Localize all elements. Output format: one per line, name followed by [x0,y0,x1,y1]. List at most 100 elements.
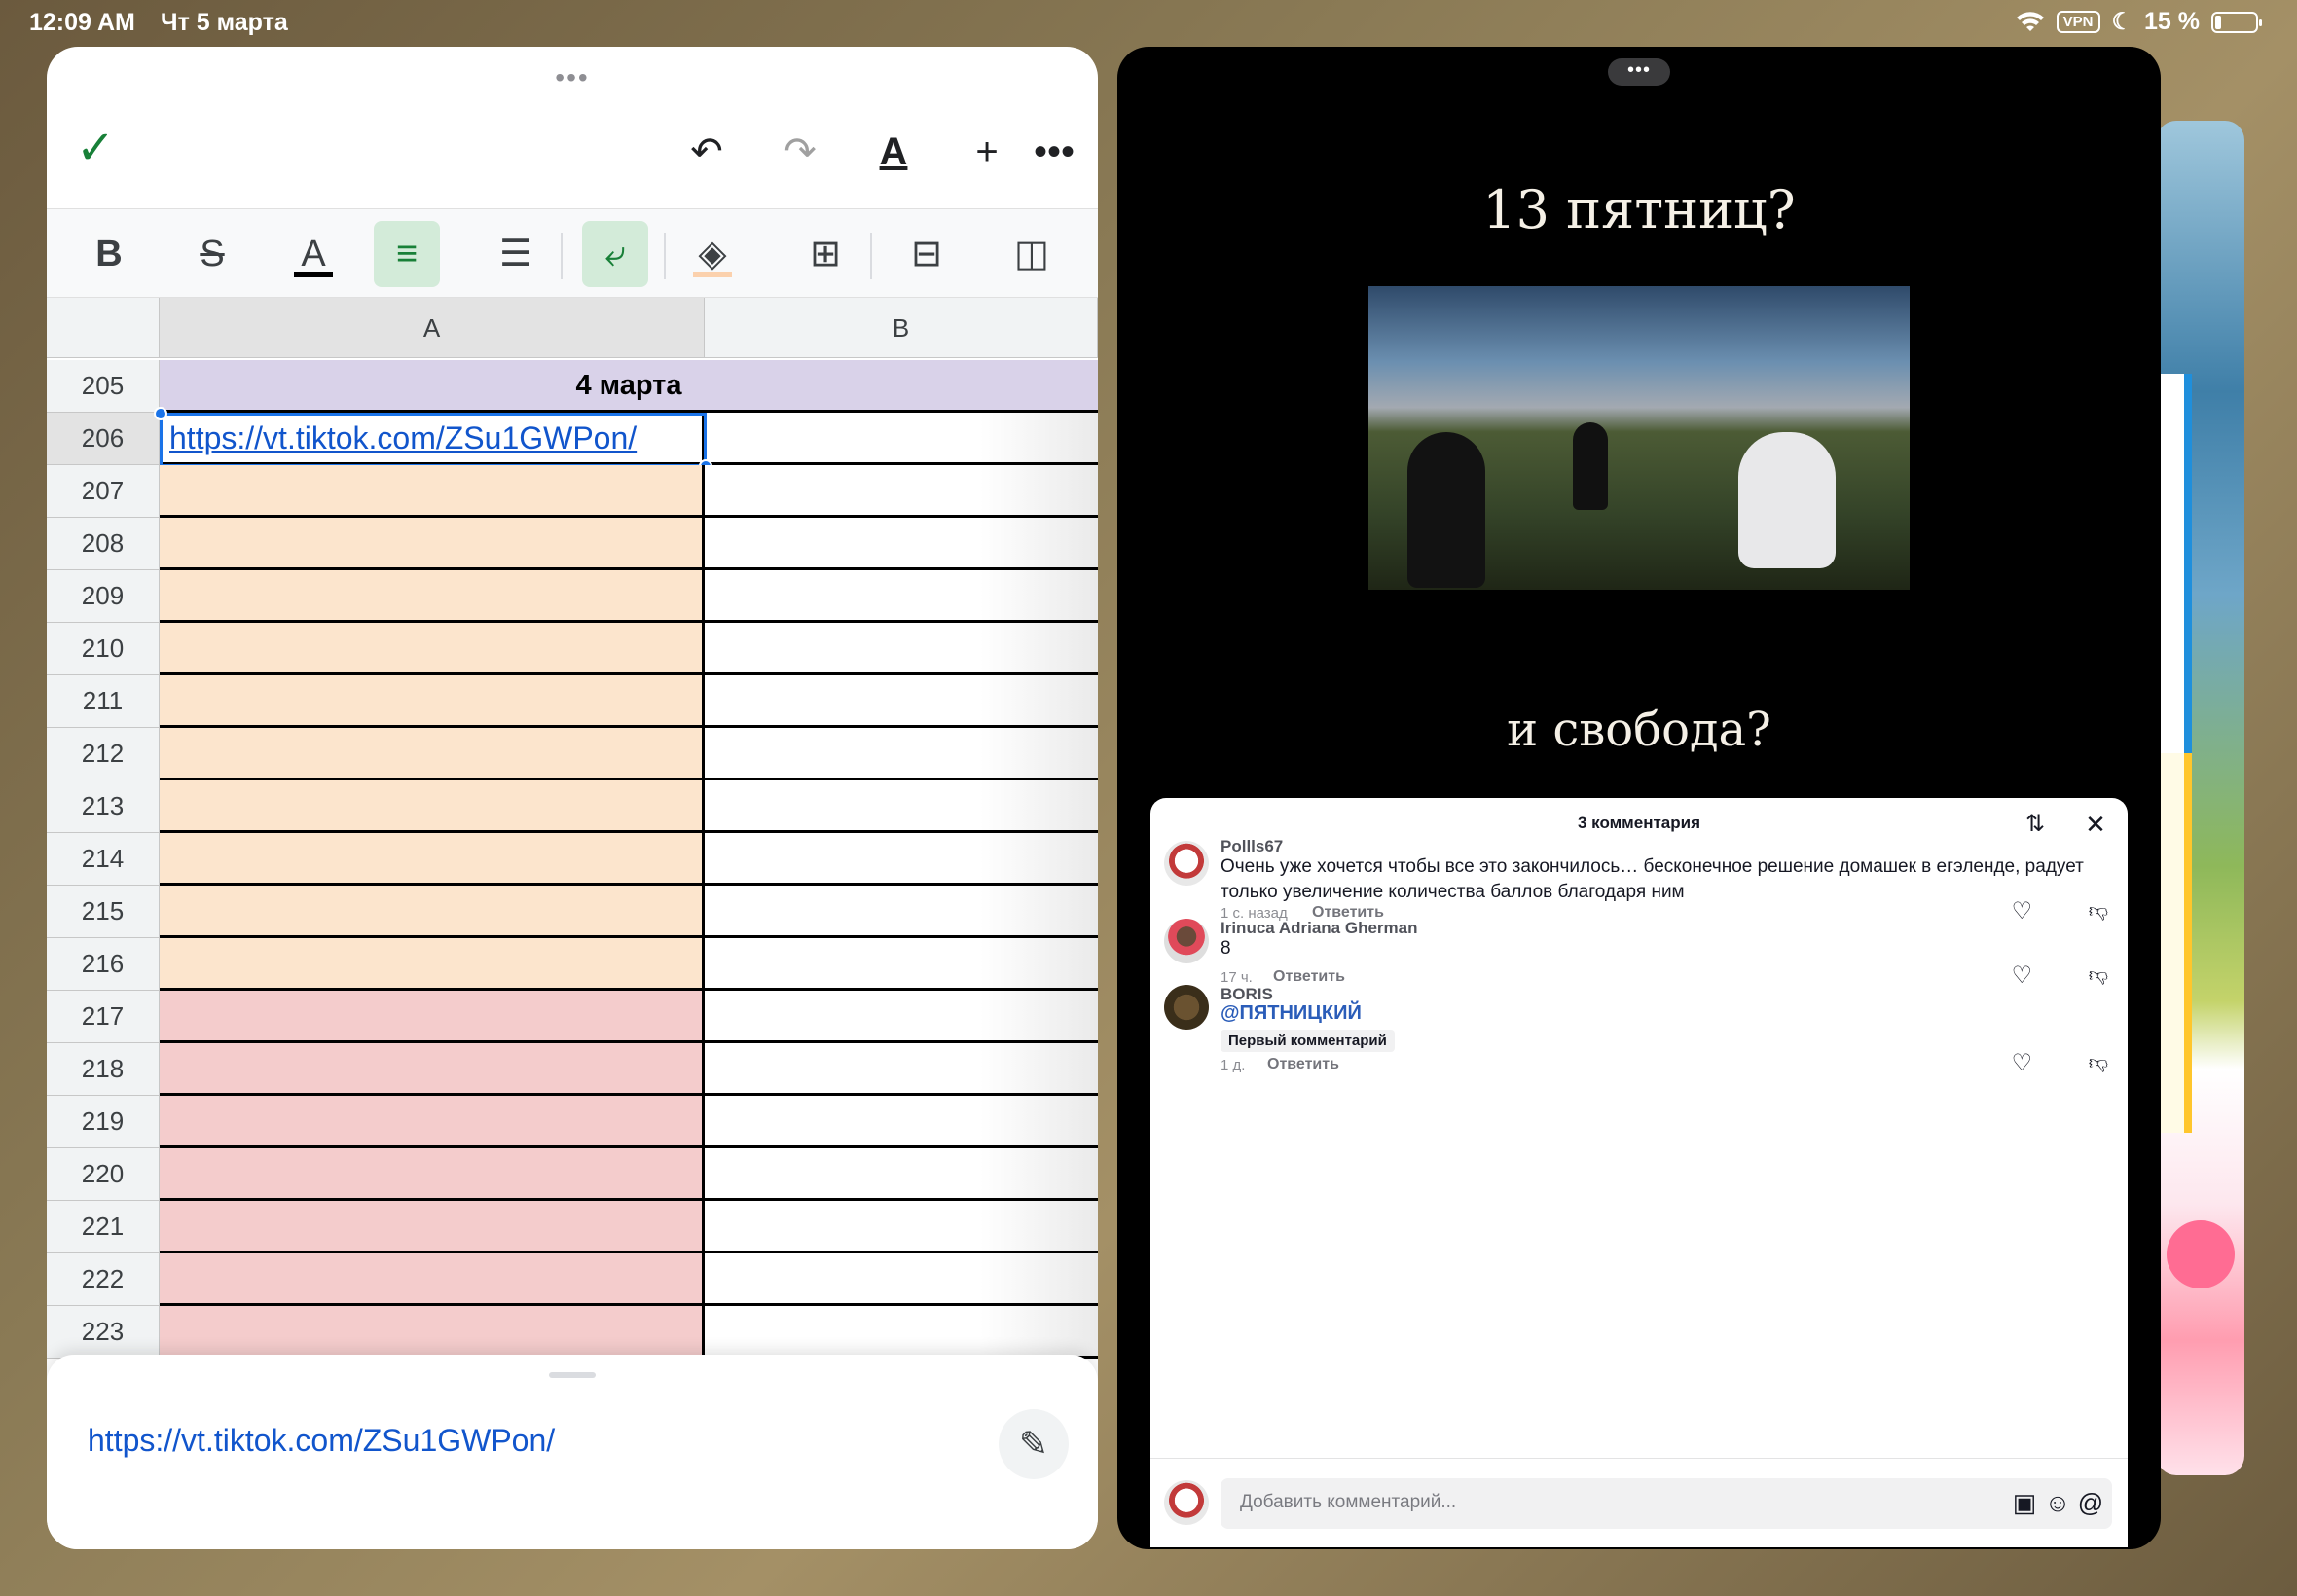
row-number[interactable]: 212 [47,728,160,780]
redo-icon[interactable]: ↷ [771,123,829,181]
row-number[interactable]: 216 [47,938,160,991]
cell-a[interactable] [160,1201,705,1253]
cell-a[interactable] [160,570,705,623]
cell-a[interactable] [160,1043,705,1096]
cell-a[interactable] [160,1096,705,1148]
edit-pencil-icon[interactable]: ✎ [999,1409,1069,1479]
comment-username[interactable]: BORIS [1221,985,1273,1004]
comment-input[interactable]: Добавить комментарий... ▣ ☺ @ [1221,1478,2112,1529]
align-left-icon[interactable]: ≡ [374,221,440,287]
check-icon[interactable]: ✓ [76,125,125,173]
reply-button[interactable]: Ответить [1273,968,1345,986]
cell-a[interactable] [160,518,705,570]
row-number[interactable]: 222 [47,1253,160,1306]
avatar[interactable] [1164,985,1209,1030]
row-number[interactable]: 209 [47,570,160,623]
insert-icon[interactable]: + [958,123,1016,181]
cell-value-link[interactable]: https://vt.tiktok.com/ZSu1GWPon/ [88,1423,555,1459]
row-number[interactable]: 208 [47,518,160,570]
row-number[interactable]: 221 [47,1201,160,1253]
row-number[interactable]: 206 [47,413,160,465]
cell-b[interactable] [705,465,1098,518]
image-icon[interactable]: ▣ [2009,1488,2040,1518]
reply-button[interactable]: Ответить [1267,1056,1339,1073]
date-header-cell[interactable]: 4 марта [160,360,1098,413]
strikethrough-button[interactable]: S [179,221,245,287]
cell-b[interactable] [705,623,1098,675]
column-header-b[interactable]: B [705,298,1098,358]
cell-b[interactable] [705,675,1098,728]
column-header-a[interactable]: A [160,298,705,358]
cell-a[interactable]: https://vt.tiktok.com/ZSu1GWPon/ [160,413,705,465]
avatar[interactable] [1164,841,1209,886]
cell-b[interactable] [705,886,1098,938]
cell-a[interactable] [160,991,705,1043]
row-number[interactable]: 210 [47,623,160,675]
window-grabber[interactable]: ••• [1608,58,1670,86]
cell-b[interactable] [705,833,1098,886]
insert-row-icon[interactable]: ⊟ [893,221,960,287]
row-number[interactable]: 205 [47,360,160,413]
cell-a[interactable] [160,675,705,728]
cell-a[interactable] [160,623,705,675]
cell-b[interactable] [705,1201,1098,1253]
row-number[interactable]: 218 [47,1043,160,1096]
window-grabber[interactable]: ••• [555,64,589,91]
wrap-icon[interactable]: ⤶ [582,221,648,287]
cell-b[interactable] [705,991,1098,1043]
dislike-icon[interactable]: 👎︎ [2089,899,2108,923]
panel-grabber[interactable] [549,1372,596,1378]
borders-icon[interactable]: ⊞ [792,221,858,287]
cell-b[interactable] [705,413,1098,465]
row-number[interactable]: 214 [47,833,160,886]
sort-icon[interactable]: ⇅ [2021,810,2050,839]
cell-a[interactable] [160,938,705,991]
cell-b[interactable] [705,570,1098,623]
cell-b[interactable] [705,518,1098,570]
cell-b[interactable] [705,1306,1098,1359]
like-heart-icon[interactable]: ♡ [2011,897,2032,925]
cell-a[interactable] [160,1306,705,1359]
cell-a[interactable] [160,1253,705,1306]
cell-b[interactable] [705,1096,1098,1148]
undo-icon[interactable]: ↶ [677,123,736,181]
comment-mention[interactable]: @ПЯТНИЦКИЙ [1221,1002,1362,1025]
sticker-icon[interactable]: ☺ [2042,1488,2073,1518]
cell-b[interactable] [705,1043,1098,1096]
row-number[interactable]: 217 [47,991,160,1043]
bold-button[interactable]: B [76,221,142,287]
comment-username[interactable]: Irinuca Adriana Gherman [1221,919,1417,938]
cell-a[interactable] [160,465,705,518]
cell-a[interactable] [160,886,705,938]
row-number[interactable]: 215 [47,886,160,938]
insert-column-icon[interactable]: ◫ [999,221,1065,287]
row-number[interactable]: 223 [47,1306,160,1359]
cell-a[interactable] [160,728,705,780]
text-color-button[interactable]: A [280,221,346,287]
cell-b[interactable] [705,1148,1098,1201]
select-all-corner[interactable] [47,298,160,358]
cell-b[interactable] [705,1253,1098,1306]
cell-b[interactable] [705,938,1098,991]
cell-b[interactable] [705,780,1098,833]
dislike-icon[interactable]: 👎︎ [2089,963,2108,987]
row-number[interactable]: 220 [47,1148,160,1201]
like-heart-icon[interactable]: ♡ [2011,961,2032,990]
spreadsheet-grid[interactable]: A B 205 4 марта 206 https://vt.tiktok.com/Z… [47,298,1098,1403]
fill-color-icon[interactable]: ◈ [679,221,746,287]
row-number[interactable]: 207 [47,465,160,518]
close-icon[interactable]: ✕ [2081,810,2110,839]
cell-a[interactable] [160,833,705,886]
background-app-card[interactable] [2157,121,2244,1475]
row-number[interactable]: 211 [47,675,160,728]
comment-username[interactable]: Pollls67 [1221,837,1283,856]
row-number[interactable]: 219 [47,1096,160,1148]
like-heart-icon[interactable]: ♡ [2011,1049,2032,1077]
more-icon[interactable]: ••• [1020,123,1088,181]
dislike-icon[interactable]: 👎︎ [2089,1051,2108,1074]
cell-b[interactable] [705,728,1098,780]
row-number[interactable]: 213 [47,780,160,833]
avatar[interactable] [1164,919,1209,963]
cell-a[interactable] [160,1148,705,1201]
align-center-icon[interactable]: ☰ [483,221,549,287]
